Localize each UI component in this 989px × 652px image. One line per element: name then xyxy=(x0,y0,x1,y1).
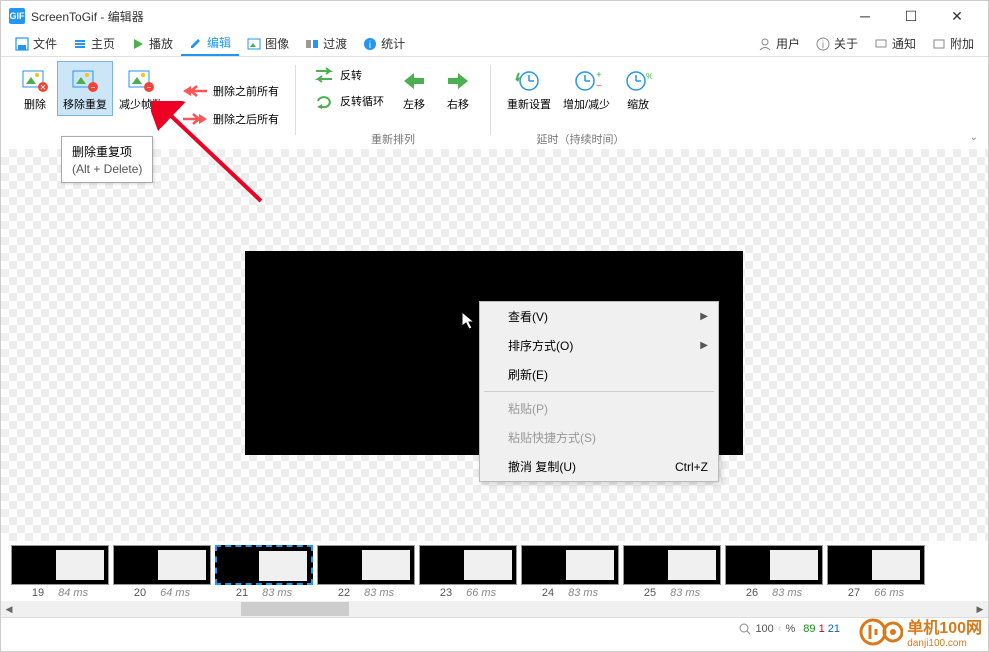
ctx-paste: 粘贴(P) xyxy=(480,394,718,423)
loop-icon xyxy=(314,93,334,109)
thumbnail-22[interactable]: 2283 ms xyxy=(317,545,415,599)
frame-counts: 89 1 21 xyxy=(803,623,840,635)
reverse-button[interactable]: 反转 xyxy=(310,65,388,85)
reset-delay-button[interactable]: 重新设置 xyxy=(501,61,557,116)
context-menu: 查看(V)▶ 排序方式(O)▶ 刷新(E) 粘贴(P) 粘贴快捷方式(S) 撤消… xyxy=(479,301,719,482)
menubar: 文件 主页 播放 编辑 图像 过渡 i统计 用户 i关于 通知 附加 xyxy=(1,31,988,57)
tooltip: 删除重复项 (Alt + Delete) xyxy=(61,136,153,183)
reorder-group-label: 重新排列 xyxy=(371,131,415,149)
ctx-undo[interactable]: 撤消 复制(U)Ctrl+Z xyxy=(480,452,718,481)
delay-group-label: 延时（持续时间） xyxy=(537,131,625,149)
maximize-button[interactable]: ☐ xyxy=(888,1,934,31)
clock-reset-icon xyxy=(513,65,545,97)
image-icon xyxy=(247,37,261,51)
about-icon: i xyxy=(816,37,830,51)
image-delete-icon: ✕ xyxy=(19,65,51,97)
ctx-refresh[interactable]: 刷新(E) xyxy=(480,360,718,389)
menu-notify[interactable]: 通知 xyxy=(866,32,924,55)
remove-duplicate-button[interactable]: − 移除重复 xyxy=(57,61,113,116)
attach-icon xyxy=(932,37,946,51)
clock-scale-icon: % xyxy=(622,65,654,97)
menu-home[interactable]: 主页 xyxy=(65,32,123,55)
reduce-frames-button[interactable]: − 减少帧数 xyxy=(113,61,169,116)
thumbnail-24[interactable]: 2483 ms xyxy=(521,545,619,599)
statusbar: 100 ‹ % 89 1 21 xyxy=(1,617,988,639)
inc-dec-button[interactable]: +− 增加/减少 xyxy=(557,61,616,116)
thumbnail-21[interactable]: 2183 ms xyxy=(215,545,313,599)
svg-text:✕: ✕ xyxy=(40,83,47,92)
edit-icon xyxy=(189,36,203,50)
ctx-view[interactable]: 查看(V)▶ xyxy=(480,302,718,331)
delete-after-button[interactable]: 删除之后所有 xyxy=(179,109,283,129)
app-icon: GIF xyxy=(9,8,25,24)
menu-edit[interactable]: 编辑 xyxy=(181,31,239,56)
move-left-icon xyxy=(398,65,430,97)
chevron-right-icon: ▶ xyxy=(700,340,708,351)
user-icon xyxy=(758,37,772,51)
thumbnail-20[interactable]: 2064 ms xyxy=(113,545,211,599)
save-icon xyxy=(15,37,29,51)
window-title: ScreenToGif - 编辑器 xyxy=(31,8,144,25)
watermark: 单机100网 danji100.com xyxy=(859,614,982,649)
thumbnail-27[interactable]: 2766 ms xyxy=(827,545,925,599)
tooltip-title: 删除重复项 xyxy=(72,143,142,160)
svg-text:+: + xyxy=(596,70,601,81)
svg-text:i: i xyxy=(369,40,371,51)
reverse-loop-button[interactable]: 反转循环 xyxy=(310,91,388,111)
image-reduce-icon: − xyxy=(125,65,157,97)
scale-delay-button[interactable]: % 缩放 xyxy=(616,61,660,116)
scroll-track[interactable] xyxy=(17,601,972,617)
tooltip-shortcut: (Alt + Delete) xyxy=(72,162,142,176)
svg-text:%: % xyxy=(646,72,652,81)
move-right-button[interactable]: 右移 xyxy=(436,61,480,116)
watermark-logo-icon xyxy=(859,617,903,647)
svg-text:−: − xyxy=(147,83,152,92)
reverse-icon xyxy=(314,67,334,83)
zoom-indicator[interactable]: 100 ‹ % xyxy=(739,623,795,635)
scroll-left-button[interactable]: ◀ xyxy=(1,601,17,617)
menu-file[interactable]: 文件 xyxy=(7,32,65,55)
ctx-sep xyxy=(484,391,714,392)
menu-play[interactable]: 播放 xyxy=(123,32,181,55)
thumbnail-23[interactable]: 2366 ms xyxy=(419,545,517,599)
move-right-icon xyxy=(442,65,474,97)
scroll-thumb[interactable] xyxy=(241,602,349,616)
delete-button[interactable]: ✕ 删除 xyxy=(13,61,57,116)
thumbnail-26[interactable]: 2683 ms xyxy=(725,545,823,599)
chevron-right-icon: ▶ xyxy=(700,311,708,322)
zoom-icon xyxy=(739,623,751,635)
delete-before-button[interactable]: 删除之前所有 xyxy=(179,81,283,101)
arrow-left-icon xyxy=(183,84,207,98)
clock-incdec-icon: +− xyxy=(571,65,603,97)
notify-icon xyxy=(874,37,888,51)
menu-attach[interactable]: 附加 xyxy=(924,32,982,55)
ctx-paste-shortcut: 粘贴快捷方式(S) xyxy=(480,423,718,452)
svg-text:i: i xyxy=(822,40,824,51)
menu-user[interactable]: 用户 xyxy=(750,32,808,55)
menu-about[interactable]: i关于 xyxy=(808,32,866,55)
ctx-sort[interactable]: 排序方式(O)▶ xyxy=(480,331,718,360)
info-icon: i xyxy=(363,37,377,51)
play-icon xyxy=(131,37,145,51)
image-dup-icon: − xyxy=(69,65,101,97)
move-left-button[interactable]: 左移 xyxy=(392,61,436,116)
svg-text:−: − xyxy=(91,83,96,92)
home-icon xyxy=(73,37,87,51)
thumbnail-strip: 1984 ms2064 ms2183 ms2283 ms2366 ms2483 … xyxy=(1,541,988,601)
menu-stats[interactable]: i统计 xyxy=(355,32,413,55)
menu-transition[interactable]: 过渡 xyxy=(297,32,355,55)
close-button[interactable]: ✕ xyxy=(934,1,980,31)
h-scrollbar[interactable]: ◀ ▶ xyxy=(1,601,988,617)
minimize-button[interactable]: ─ xyxy=(842,1,888,31)
transition-icon xyxy=(305,37,319,51)
thumbnail-25[interactable]: 2583 ms xyxy=(623,545,721,599)
svg-text:−: − xyxy=(596,81,601,92)
arrow-right-icon xyxy=(183,112,207,126)
menu-image[interactable]: 图像 xyxy=(239,32,297,55)
ribbon-collapse-icon[interactable]: ⌄ xyxy=(970,132,978,143)
thumbnail-19[interactable]: 1984 ms xyxy=(11,545,109,599)
titlebar: GIF ScreenToGif - 编辑器 ─ ☐ ✕ xyxy=(1,1,988,31)
